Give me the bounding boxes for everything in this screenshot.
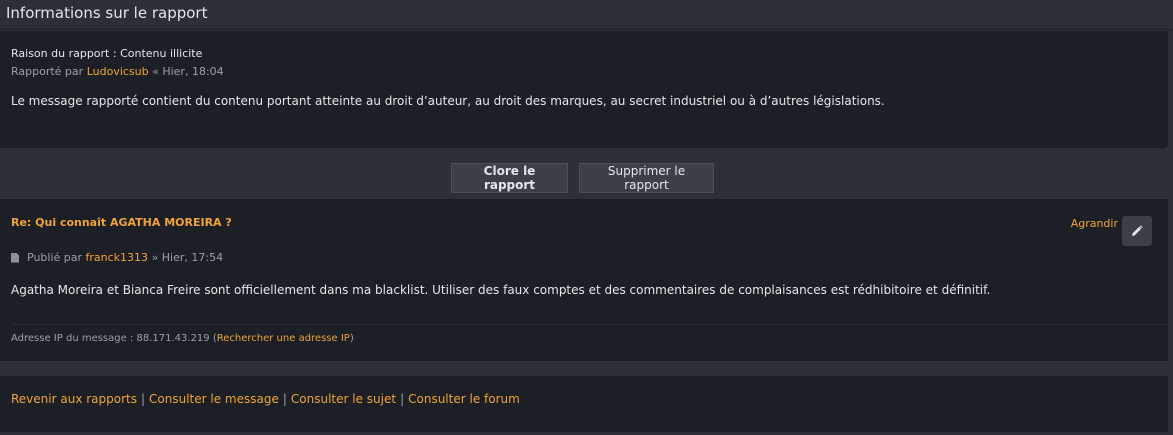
post-title-link[interactable]: Re: Qui connaît AGATHA MOREIRA ? (11, 216, 232, 229)
document-icon (11, 252, 19, 263)
ip-info: Adresse IP du message : 88.171.43.219 (R… (11, 333, 354, 344)
post-meta: Publié par franck1313 » Hier, 17:54 (11, 251, 223, 264)
back-to-reports-link[interactable]: Revenir aux rapports (11, 392, 137, 406)
author-link[interactable]: franck1313 (86, 251, 149, 264)
ip-label: Adresse IP du message : 88.171.43.219 ( (11, 333, 217, 344)
action-bar: Clore le rapport Supprimer le rapport (0, 148, 1173, 199)
post-panel: Re: Qui connaît AGATHA MOREIRA ? Agrandi… (0, 199, 1168, 361)
expand-link[interactable]: Agrandir (1071, 217, 1118, 230)
reporter-link[interactable]: Ludovicsub (87, 65, 149, 78)
divider (11, 324, 1168, 325)
view-message-link[interactable]: Consulter le message (149, 392, 279, 406)
report-reason: Raison du rapport : Contenu illicite (11, 47, 203, 60)
report-meta: Rapporté par Ludovicsub « Hier, 18:04 (11, 65, 1157, 78)
close-report-button[interactable]: Clore le rapport (451, 163, 568, 193)
view-forum-link[interactable]: Consulter le forum (408, 392, 520, 406)
reported-by-label: Rapporté par (11, 65, 84, 78)
published-time: » Hier, 17:54 (151, 251, 224, 264)
ip-suffix: ) (349, 333, 354, 344)
footer-links: Revenir aux rapports | Consulter le messag… (0, 376, 1168, 432)
view-topic-link[interactable]: Consulter le sujet (291, 392, 396, 406)
page-header: Informations sur le rapport (0, 0, 1173, 30)
report-body: Le message rapporté contient du contenu … (11, 94, 885, 108)
edit-button[interactable] (1122, 216, 1152, 246)
pencil-icon (1132, 225, 1143, 236)
reported-time: « Hier, 18:04 (152, 65, 224, 78)
delete-report-button[interactable]: Supprimer le rapport (579, 163, 714, 193)
page-title: Informations sur le rapport (6, 4, 208, 22)
report-panel: Raison du rapport : Contenu illicite Rap… (0, 31, 1168, 148)
search-ip-link[interactable]: Rechercher une adresse IP (217, 333, 350, 344)
published-by-label: Publié par (27, 251, 83, 264)
post-body: Agatha Moreira et Bianca Freire sont off… (11, 283, 991, 297)
